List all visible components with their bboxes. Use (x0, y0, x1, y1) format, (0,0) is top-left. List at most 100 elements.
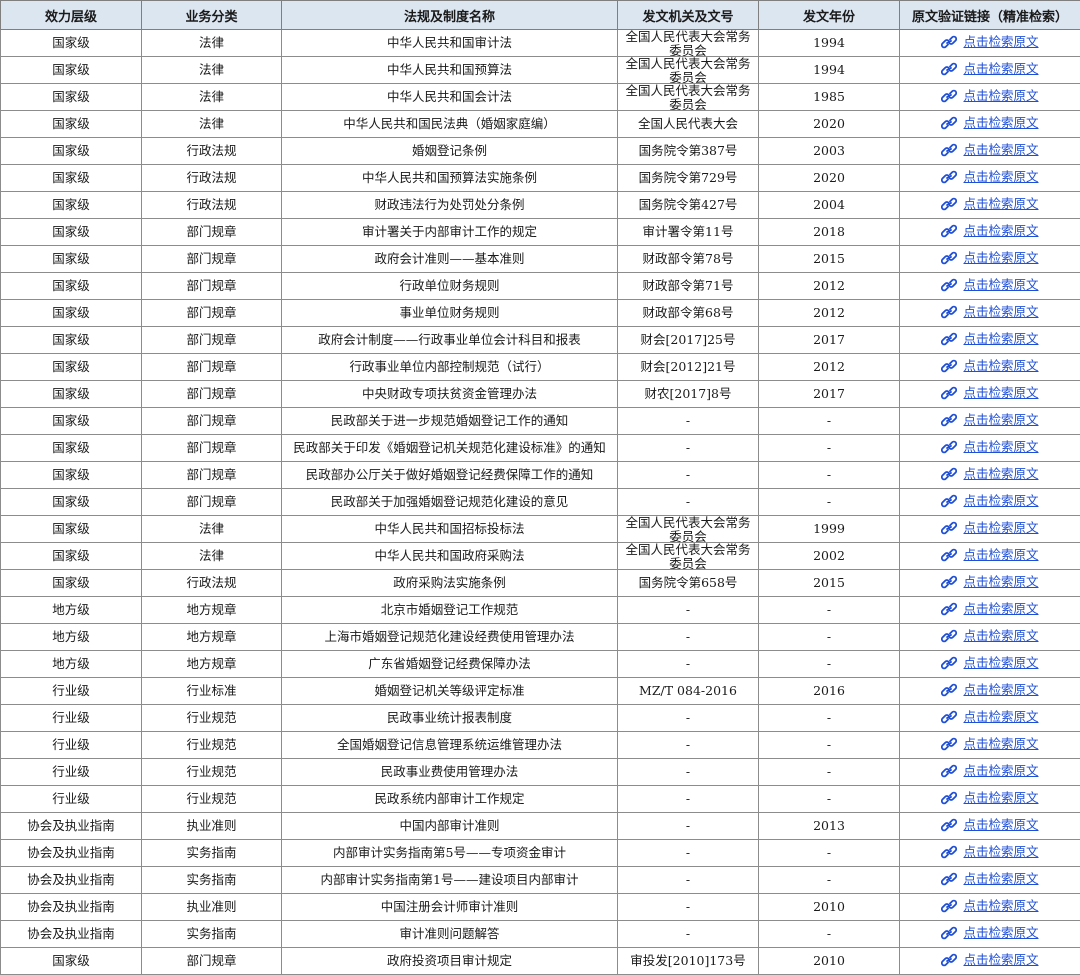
cell-name: 行政单位财务规则 (282, 273, 618, 300)
search-original-link[interactable]: 点击检索原文 (941, 953, 1038, 967)
cell-level: 国家级 (1, 30, 142, 57)
header-issuer: 发文机关及文号 (618, 1, 759, 30)
cell-name-text: 审计准则问题解答 (284, 927, 615, 941)
link-label: 点击检索原文 (963, 359, 1038, 373)
link-label: 点击检索原文 (963, 710, 1038, 724)
cell-level: 国家级 (1, 462, 142, 489)
cell-issuer-text: - (620, 819, 756, 833)
cell-level: 国家级 (1, 570, 142, 597)
search-original-link[interactable]: 点击检索原文 (941, 872, 1038, 886)
search-original-link[interactable]: 点击检索原文 (941, 926, 1038, 940)
cell-issuer-text: 财会[2012]21号 (620, 360, 756, 374)
cell-issuer: - (618, 597, 759, 624)
search-original-link[interactable]: 点击检索原文 (941, 62, 1038, 76)
cell-issuer-text: 财政部令第68号 (620, 306, 756, 320)
link-label: 点击检索原文 (963, 251, 1038, 265)
search-original-link[interactable]: 点击检索原文 (941, 116, 1038, 130)
cell-link: 点击检索原文 (900, 219, 1080, 246)
link-label: 点击检索原文 (963, 440, 1038, 454)
search-original-link[interactable]: 点击检索原文 (941, 683, 1038, 697)
search-original-link[interactable]: 点击检索原文 (941, 305, 1038, 319)
cell-year: 1985 (759, 84, 900, 111)
search-original-link[interactable]: 点击检索原文 (941, 737, 1038, 751)
table-row: 国家级 部门规章 民政部关于印发《婚姻登记机关规范化建设标准》的通知 - - 点… (1, 435, 1080, 462)
link-label: 点击检索原文 (963, 953, 1038, 967)
cell-link: 点击检索原文 (900, 678, 1080, 705)
cell-category: 部门规章 (142, 219, 282, 246)
link-icon (941, 575, 957, 589)
table-row: 国家级 行政法规 财政违法行为处罚处分条例 国务院令第427号 2004 点击检… (1, 192, 1080, 219)
cell-link: 点击检索原文 (900, 30, 1080, 57)
search-original-link[interactable]: 点击检索原文 (941, 278, 1038, 292)
search-original-link[interactable]: 点击检索原文 (941, 764, 1038, 778)
search-original-link[interactable]: 点击检索原文 (941, 224, 1038, 238)
search-original-link[interactable]: 点击检索原文 (941, 89, 1038, 103)
cell-link: 点击检索原文 (900, 651, 1080, 678)
search-original-link[interactable]: 点击检索原文 (941, 494, 1038, 508)
cell-year: 2012 (759, 273, 900, 300)
search-original-link[interactable]: 点击检索原文 (941, 359, 1038, 373)
search-original-link[interactable]: 点击检索原文 (941, 899, 1038, 913)
search-original-link[interactable]: 点击检索原文 (941, 845, 1038, 859)
search-original-link[interactable]: 点击检索原文 (941, 386, 1038, 400)
cell-link: 点击检索原文 (900, 543, 1080, 570)
link-icon (941, 899, 957, 913)
cell-link: 点击检索原文 (900, 327, 1080, 354)
cell-issuer-text: 国务院令第658号 (620, 576, 756, 590)
link-label: 点击检索原文 (963, 170, 1038, 184)
cell-name-text: 政府采购法实施条例 (284, 576, 615, 590)
search-original-link[interactable]: 点击检索原文 (941, 440, 1038, 454)
cell-issuer-text: - (620, 738, 756, 752)
link-label: 点击检索原文 (963, 602, 1038, 616)
search-original-link[interactable]: 点击检索原文 (941, 656, 1038, 670)
link-label: 点击检索原文 (963, 35, 1038, 49)
search-original-link[interactable]: 点击检索原文 (941, 791, 1038, 805)
cell-issuer-text: - (620, 495, 756, 509)
cell-name: 政府会计制度——行政事业单位会计科目和报表 (282, 327, 618, 354)
cell-category: 实务指南 (142, 840, 282, 867)
cell-name-text: 行政事业单位内部控制规范（试行） (284, 360, 615, 374)
cell-issuer: - (618, 462, 759, 489)
cell-category: 行政法规 (142, 192, 282, 219)
search-original-link[interactable]: 点击检索原文 (941, 548, 1038, 562)
cell-issuer: 财政部令第68号 (618, 300, 759, 327)
search-original-link[interactable]: 点击检索原文 (941, 143, 1038, 157)
cell-level: 协会及执业指南 (1, 840, 142, 867)
search-original-link[interactable]: 点击检索原文 (941, 602, 1038, 616)
link-icon (941, 521, 957, 535)
table-row: 协会及执业指南 执业准则 中国注册会计师审计准则 - 2010 点击检索原文 (1, 894, 1080, 921)
link-icon (941, 791, 957, 805)
link-icon (941, 548, 957, 562)
cell-year: 1994 (759, 57, 900, 84)
search-original-link[interactable]: 点击检索原文 (941, 35, 1038, 49)
search-original-link[interactable]: 点击检索原文 (941, 575, 1038, 589)
cell-name-text: 内部审计实务指南第1号——建设项目内部审计 (284, 873, 615, 887)
cell-name: 民政部关于印发《婚姻登记机关规范化建设标准》的通知 (282, 435, 618, 462)
cell-name-text: 中华人民共和国招标投标法 (284, 522, 615, 536)
cell-level: 国家级 (1, 57, 142, 84)
cell-issuer: - (618, 732, 759, 759)
search-original-link[interactable]: 点击检索原文 (941, 710, 1038, 724)
link-icon (941, 818, 957, 832)
cell-name-text: 婚姻登记条例 (284, 144, 615, 158)
cell-issuer-text: - (620, 792, 756, 806)
cell-link: 点击检索原文 (900, 462, 1080, 489)
cell-issuer-text: 财政部令第71号 (620, 279, 756, 293)
link-icon (941, 251, 957, 265)
cell-issuer: - (618, 813, 759, 840)
search-original-link[interactable]: 点击检索原文 (941, 197, 1038, 211)
search-original-link[interactable]: 点击检索原文 (941, 629, 1038, 643)
search-original-link[interactable]: 点击检索原文 (941, 521, 1038, 535)
cell-category: 行政法规 (142, 138, 282, 165)
search-original-link[interactable]: 点击检索原文 (941, 332, 1038, 346)
regulations-table: 效力层级 业务分类 法规及制度名称 发文机关及文号 发文年份 原文验证链接（精准… (0, 0, 1080, 975)
search-original-link[interactable]: 点击检索原文 (941, 413, 1038, 427)
cell-issuer: 全国人民代表大会常务委员会 (618, 516, 759, 543)
cell-level: 行业级 (1, 705, 142, 732)
search-original-link[interactable]: 点击检索原文 (941, 818, 1038, 832)
cell-year: 2016 (759, 678, 900, 705)
search-original-link[interactable]: 点击检索原文 (941, 251, 1038, 265)
table-row: 国家级 部门规章 审计署关于内部审计工作的规定 审计署令第11号 2018 点击… (1, 219, 1080, 246)
search-original-link[interactable]: 点击检索原文 (941, 467, 1038, 481)
search-original-link[interactable]: 点击检索原文 (941, 170, 1038, 184)
